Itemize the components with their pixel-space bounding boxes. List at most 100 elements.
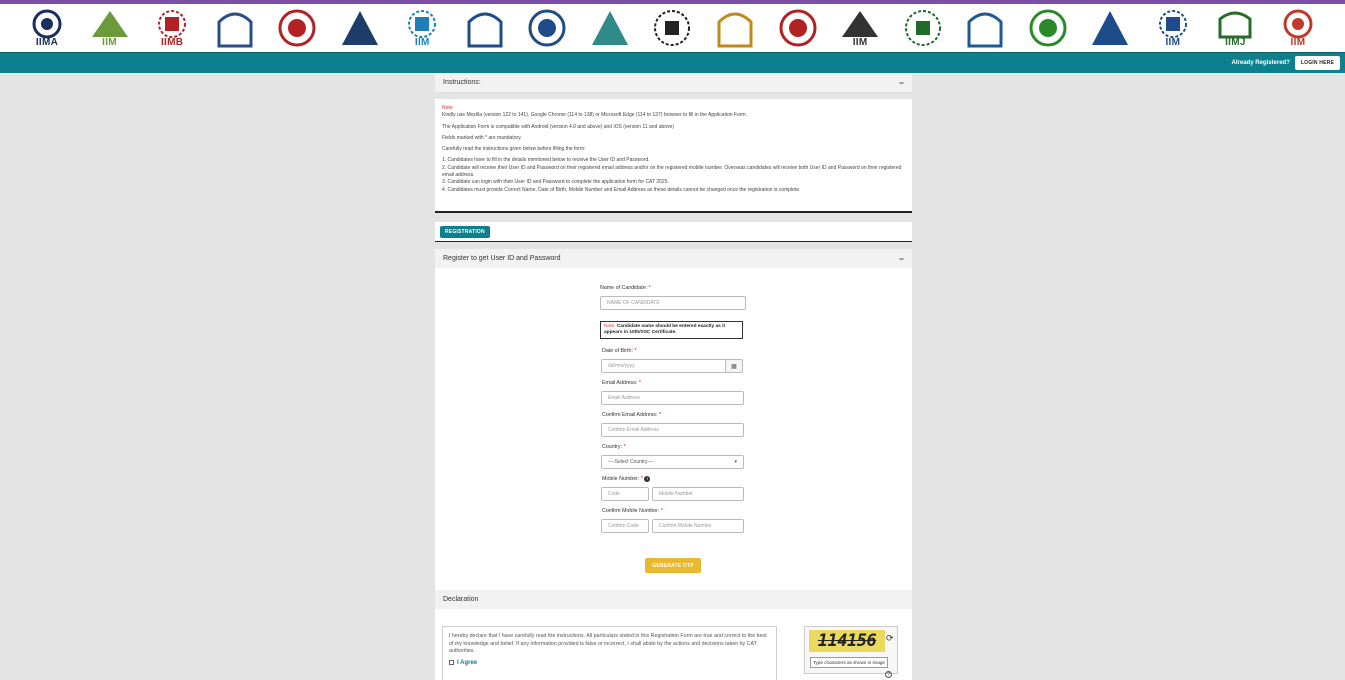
name-input[interactable]: NAME OF CANDIDATE xyxy=(600,296,746,310)
iim-shillong-logo-text: IIM xyxy=(414,36,430,48)
captcha-image: 114156 xyxy=(809,630,885,652)
chevron-down-icon: ▾ xyxy=(734,459,737,465)
collapse-icon[interactable]: − xyxy=(899,254,904,264)
compat-note: The Application Form is compatible with … xyxy=(442,123,674,130)
iim-nagpur-logo-emblem xyxy=(1092,11,1129,45)
country-select[interactable]: ----Select Country---- ▾ xyxy=(601,455,744,469)
iim-ranchi-logo: IIM xyxy=(835,6,885,50)
instructions-title: Instructions: xyxy=(443,79,481,86)
iim-ranchi-logo-text: IIM xyxy=(852,36,868,48)
iim-calcutta-logo-emblem xyxy=(217,12,253,48)
iim-udaipur-logo xyxy=(647,6,697,50)
iim-kozhikode-logo xyxy=(272,6,322,50)
iim-kashipur-logo-emblem xyxy=(717,12,753,48)
mobile-number-input[interactable]: Mobile Number xyxy=(652,487,744,501)
iim-trichy-logo xyxy=(585,6,635,50)
info-icon[interactable]: i xyxy=(644,476,651,482)
calendar-icon[interactable]: ▦ xyxy=(726,359,743,373)
iima-logo: IIMA xyxy=(22,6,72,50)
top-nav: Already Registered? LOGIN HERE xyxy=(0,52,1345,73)
browser-note: Kindly use Mozilla (version 122 to 141),… xyxy=(442,112,747,119)
dob-input[interactable]: dd/mm/yyyy xyxy=(601,359,726,373)
iimb-logo: IIMB xyxy=(147,6,197,50)
iim-lucknow-logo: IIM xyxy=(85,6,135,50)
iim-ranchi-logo-emblem xyxy=(842,10,879,37)
iim-jammu-logo-emblem xyxy=(1218,11,1252,38)
checkbox-icon[interactable] xyxy=(449,659,454,665)
iim-sirmaur-logo-emblem xyxy=(1158,9,1187,38)
register-section-header[interactable]: Register to get User ID and Password − xyxy=(435,249,912,268)
iim-calcutta-logo xyxy=(210,6,260,50)
instruction-item: 3. Candidate can login with their User I… xyxy=(442,179,669,186)
name-note-text: Candidate name should be entered exactly… xyxy=(604,324,726,335)
dob-label: Date of Birth: * xyxy=(602,348,637,354)
iim-vizag-logo: IIM xyxy=(1273,6,1323,50)
iimb-logo-text: IIMB xyxy=(160,36,184,48)
mandatory-note: Fields marked with * are mandatory. xyxy=(442,134,522,141)
registration-form: Name of Candidate: * NAME OF CANDIDATE N… xyxy=(435,268,912,590)
iim-sambalpur-logo xyxy=(960,6,1010,50)
already-registered-text: Already Registered? xyxy=(1231,60,1290,66)
mobile-code-input[interactable]: Code xyxy=(601,487,649,501)
iim-kozhikode-logo-emblem xyxy=(278,9,316,47)
logo-bar: IIMA IIM IIMB IIM IIM IIM IIMJ IIM xyxy=(0,4,1345,52)
iim-sirmaur-logo-text: IIM xyxy=(1165,36,1181,48)
captcha-input[interactable]: Type characters as shown in image xyxy=(810,657,888,668)
instructions-body: Note: Kindly use Mozilla (version 122 to… xyxy=(435,99,912,213)
instructions-header[interactable]: Instructions: − xyxy=(435,73,912,93)
instruction-item: 2. Candidate will receive their User ID … xyxy=(442,164,902,179)
iim-kashipur-logo xyxy=(710,6,760,50)
iim-sambalpur-logo-emblem xyxy=(967,12,1003,48)
country-label: Country: * xyxy=(602,444,626,450)
iim-vizag-logo-text: IIM xyxy=(1290,36,1306,48)
name-note-label: Note: xyxy=(604,324,616,329)
declaration-text: I hereby declare that I have carefully r… xyxy=(449,633,767,654)
iim-ahmedabad-triangle-logo-emblem xyxy=(467,12,503,48)
confirm-mobile-input[interactable]: Confirm Mobile Number xyxy=(652,519,744,533)
name-note: Note: Candidate name should be entered e… xyxy=(600,321,743,339)
email-label: Email Address: * xyxy=(602,380,641,386)
iim-rohtak-logo-emblem xyxy=(528,9,566,47)
iim-amritsar-logo-emblem xyxy=(904,10,941,46)
iim-vizag-logo-emblem xyxy=(1283,9,1313,38)
confirm-email-input[interactable]: Confirm Email Address xyxy=(601,423,744,437)
iim-amritsar-logo xyxy=(898,6,948,50)
iim-ahmedabad-triangle-logo xyxy=(460,6,510,50)
iim-raipur-logo xyxy=(773,6,823,50)
help-icon[interactable]: ? xyxy=(885,671,892,678)
name-label: Name of Candidate: * xyxy=(600,285,651,291)
instructions-list: 1. Candidates have to fill in the detail… xyxy=(442,157,905,193)
iim-lucknow-logo-text: IIM xyxy=(102,36,117,48)
iim-jammu-logo: IIMJ xyxy=(1210,6,1260,50)
iim-bodhgaya-logo xyxy=(1023,6,1073,50)
iim-indore-logo-emblem xyxy=(341,11,378,45)
email-input[interactable]: Email Address xyxy=(601,391,744,405)
iim-bodhgaya-logo-emblem xyxy=(1029,9,1067,47)
iim-sirmaur-logo: IIM xyxy=(1148,6,1198,50)
iim-shillong-logo-emblem xyxy=(408,9,437,38)
captcha-box: 114156 ⟳ Type characters as shown in ima… xyxy=(804,626,898,674)
refresh-icon[interactable]: ⟳ xyxy=(886,633,894,644)
mobile-label: Mobile Number: * i xyxy=(602,476,651,482)
collapse-icon[interactable]: − xyxy=(899,78,904,88)
confirm-mobile-label: Confirm Mobile Number: * xyxy=(602,508,663,514)
declaration-title: Declaration xyxy=(443,596,479,603)
iim-indore-logo xyxy=(335,6,385,50)
read-note: Carefully read the instructions given be… xyxy=(442,146,586,153)
iim-udaipur-logo-emblem xyxy=(654,10,691,46)
instruction-item: 4. Candidates must provide Correct Name,… xyxy=(442,186,801,193)
note-label: Note: xyxy=(442,105,454,111)
registration-tab[interactable]: REGISTRATION xyxy=(440,226,490,238)
iim-jammu-logo-text: IIMJ xyxy=(1225,36,1246,48)
declaration-box: I hereby declare that I have carefully r… xyxy=(442,626,777,680)
iim-rohtak-logo xyxy=(522,6,572,50)
confirm-code-input[interactable]: Confirm Code xyxy=(601,519,649,533)
agree-checkbox[interactable]: I Agree xyxy=(449,659,770,668)
iima-logo-text: IIMA xyxy=(35,36,59,48)
generate-otp-button[interactable]: GENERATE OTP xyxy=(645,558,701,573)
iimb-logo-emblem xyxy=(158,9,187,38)
declaration-header: Declaration xyxy=(435,590,912,609)
login-here-button[interactable]: LOGIN HERE xyxy=(1294,56,1340,70)
iim-nagpur-logo xyxy=(1085,6,1135,50)
iim-lucknow-logo-emblem xyxy=(91,10,128,37)
